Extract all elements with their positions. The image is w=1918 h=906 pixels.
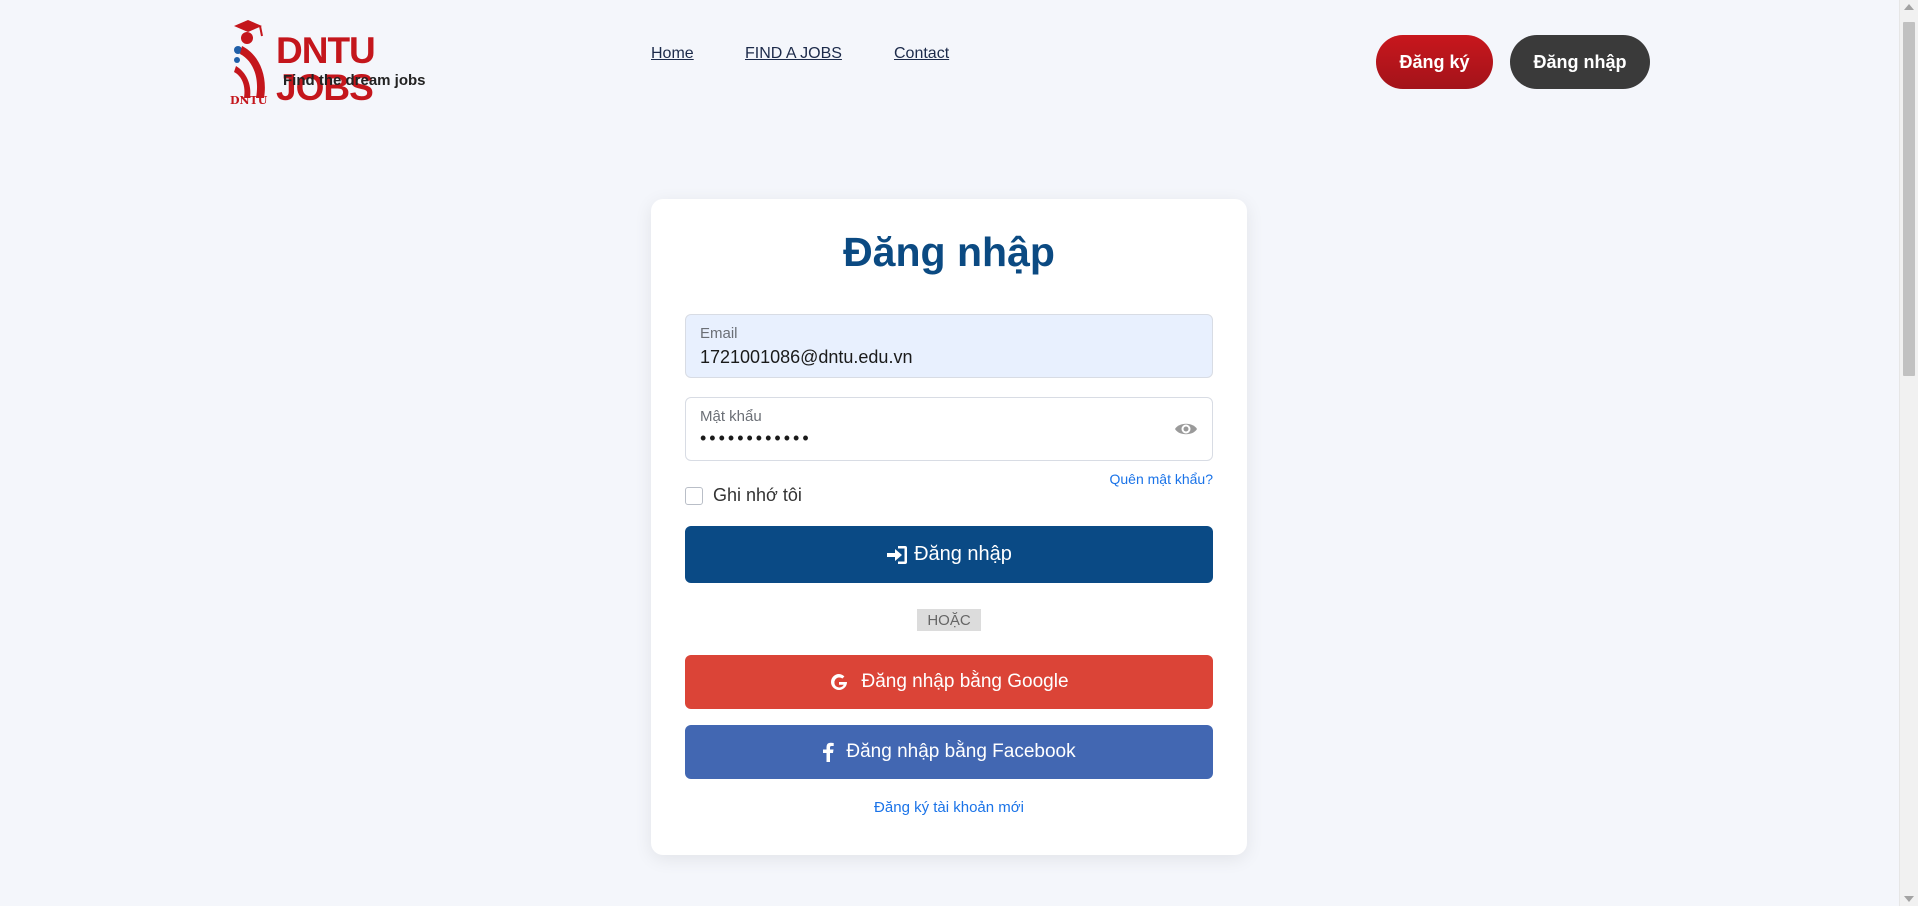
- email-label: Email: [700, 325, 738, 342]
- scroll-down-arrow-icon[interactable]: [1904, 896, 1914, 902]
- login-submit-label: Đăng nhập: [914, 543, 1012, 565]
- google-login-label: Đăng nhập bằng Google: [861, 671, 1069, 692]
- login-submit-button[interactable]: Đăng nhập: [685, 526, 1213, 583]
- login-card: Đăng nhập Email 1721001086@dntu.edu.vn M…: [651, 199, 1247, 855]
- email-field[interactable]: Email 1721001086@dntu.edu.vn: [685, 314, 1213, 378]
- nav-contact[interactable]: Contact: [894, 44, 949, 64]
- sign-in-icon: [887, 545, 908, 564]
- register-new-account-link[interactable]: Đăng ký tài khoản mới: [651, 799, 1247, 816]
- remember-label: Ghi nhớ tôi: [713, 485, 802, 505]
- facebook-icon: [823, 742, 835, 762]
- google-icon: [831, 674, 848, 690]
- facebook-login-button[interactable]: Đăng nhập bằng Facebook: [685, 725, 1213, 779]
- page-scrollbar[interactable]: [1899, 0, 1918, 906]
- nav-find-jobs[interactable]: FIND A JOBS: [745, 44, 842, 64]
- forgot-password-link[interactable]: Quên mật khẩu?: [1109, 471, 1213, 487]
- password-input[interactable]: ••••••••••••: [700, 428, 1140, 449]
- header-register-button[interactable]: Đăng ký: [1376, 35, 1493, 89]
- brand-tagline: Find the dream jobs: [283, 72, 426, 89]
- email-input[interactable]: 1721001086@dntu.edu.vn: [700, 347, 1140, 368]
- nav-home[interactable]: Home: [651, 44, 694, 64]
- facebook-login-label: Đăng nhập bằng Facebook: [846, 741, 1076, 762]
- password-label: Mật khẩu: [700, 408, 762, 425]
- site-header: DNTU JOBS Find the dream jobs DNTU Home …: [0, 0, 1900, 120]
- login-title: Đăng nhập: [843, 229, 1055, 275]
- scroll-thumb[interactable]: [1903, 22, 1915, 376]
- scroll-up-arrow-icon[interactable]: [1904, 4, 1914, 10]
- brand-logo[interactable]: DNTU JOBS Find the dream jobs DNTU: [228, 16, 448, 108]
- brand-mini-label: DNTU: [230, 94, 268, 107]
- brand-name: DNTU JOBS: [276, 30, 376, 108]
- eye-icon[interactable]: [1174, 420, 1198, 438]
- header-login-button[interactable]: Đăng nhập: [1510, 35, 1650, 89]
- google-login-button[interactable]: Đăng nhập bằng Google: [685, 655, 1213, 709]
- remember-checkbox[interactable]: [685, 486, 703, 505]
- remember-me[interactable]: Ghi nhớ tôi: [685, 485, 802, 506]
- or-separator: HOẶC: [917, 609, 981, 631]
- password-field[interactable]: Mật khẩu ••••••••••••: [685, 397, 1213, 461]
